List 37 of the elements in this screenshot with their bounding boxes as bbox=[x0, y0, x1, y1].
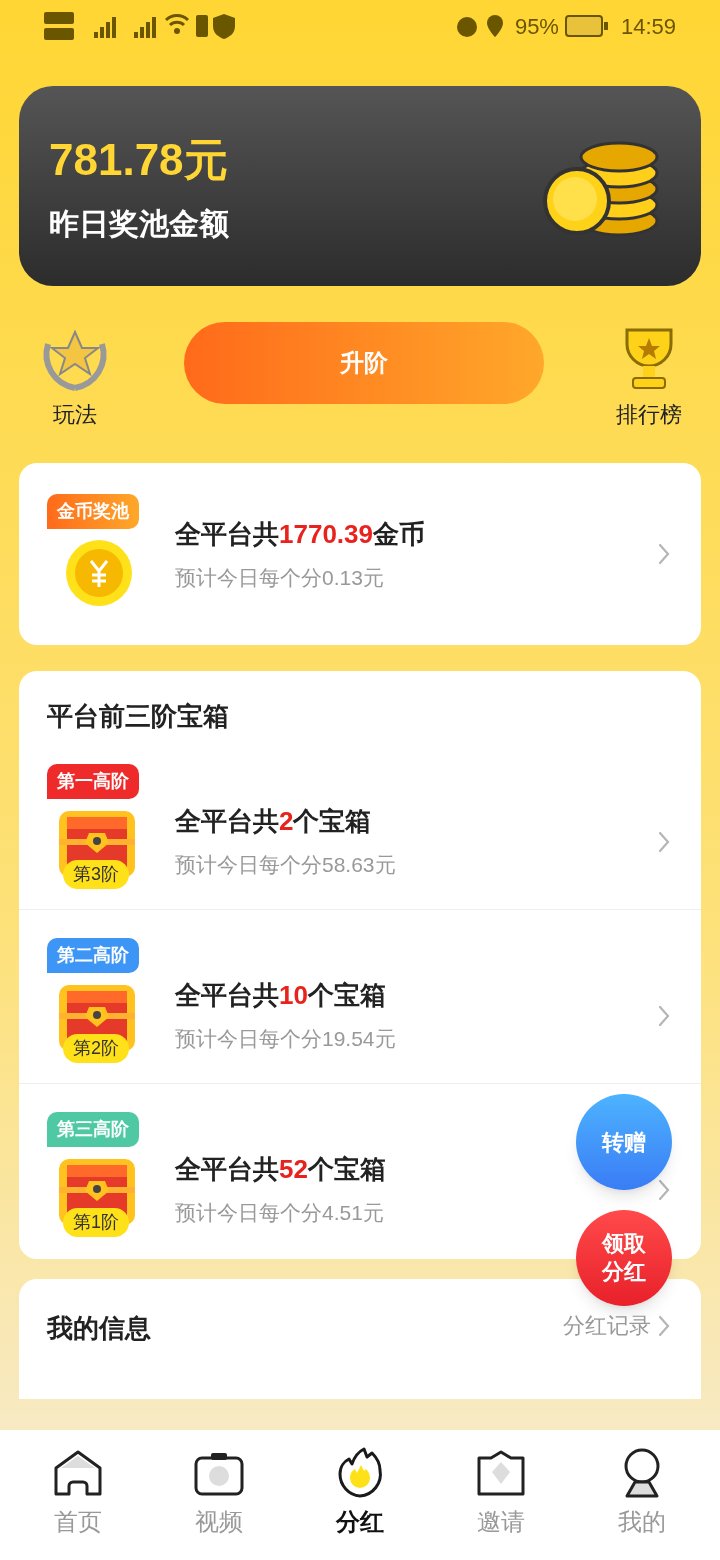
chevron-right-icon bbox=[657, 829, 671, 854]
chevron-right-icon bbox=[657, 542, 671, 566]
battery-icon bbox=[564, 14, 609, 38]
nav-tab[interactable]: 邀请 bbox=[445, 1446, 556, 1540]
leaderboard-button[interactable]: 排行榜 bbox=[616, 324, 682, 431]
tier-level-badge: 第2阶 bbox=[63, 1034, 129, 1063]
nav-tab[interactable]: 分红 bbox=[305, 1446, 415, 1540]
estimate-text: 预计今日每个分0.13元 bbox=[175, 564, 385, 591]
pool-tag: 金币奖池 bbox=[47, 493, 139, 529]
nav-tab[interactable]: 我的 bbox=[586, 1446, 697, 1540]
estimate-text: 预计今日每个分58.63元 bbox=[175, 852, 396, 879]
pool-amount: 781.78元 bbox=[49, 133, 229, 186]
nav-tab[interactable]: 视频 bbox=[164, 1446, 275, 1540]
yuan-coin-icon bbox=[65, 538, 133, 607]
tier-tag: 第二高阶 bbox=[47, 938, 139, 973]
battery-percent: 95% bbox=[514, 12, 559, 41]
tier-level-badge: 第3阶 bbox=[63, 860, 129, 889]
tier-level-badge: 第1阶 bbox=[63, 1208, 129, 1237]
chevron-right-icon bbox=[657, 1003, 671, 1028]
coin-total-text: 全平台共1770.39金币 bbox=[175, 517, 426, 551]
upgrade-button[interactable]: 升阶 bbox=[184, 321, 544, 404]
nav-tab[interactable]: 首页 bbox=[23, 1446, 134, 1540]
section-title: 我的信息 bbox=[47, 1312, 151, 1345]
chest-count-text: 全平台共2个宝箱 bbox=[175, 805, 373, 839]
tier-tag: 第一高阶 bbox=[47, 764, 139, 799]
how-to-play-button[interactable]: 玩法 bbox=[38, 324, 112, 431]
bonus-records-link[interactable]: 分红记录 bbox=[563, 1309, 671, 1342]
chevron-right-icon bbox=[657, 1313, 671, 1338]
section-title: 平台前三阶宝箱 bbox=[46, 700, 230, 733]
pool-label: 昨日奖池金额 bbox=[49, 205, 229, 242]
chest-count-text: 全平台共52个宝箱 bbox=[175, 1153, 387, 1187]
tier-tag: 第三高阶 bbox=[47, 1112, 139, 1147]
estimate-text: 预计今日每个分4.51元 bbox=[175, 1200, 384, 1227]
chest-count-text: 全平台共10个宝箱 bbox=[175, 979, 387, 1013]
chevron-right-icon bbox=[657, 1177, 671, 1202]
estimate-text: 预计今日每个分19.54元 bbox=[175, 1026, 396, 1053]
clock-time: 14:59 bbox=[620, 12, 676, 41]
